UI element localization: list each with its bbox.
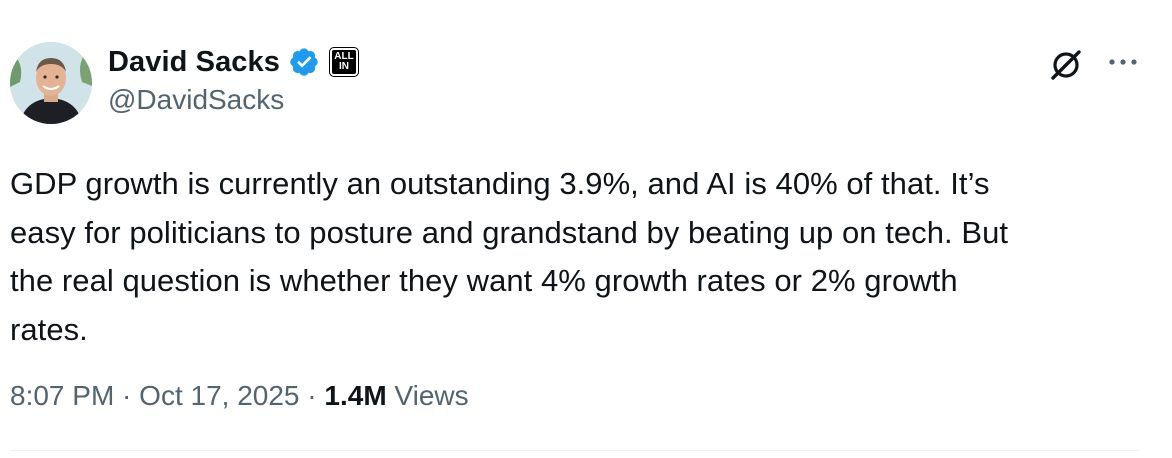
author-display-name[interactable]: David Sacks: [108, 46, 280, 79]
affiliate-badge[interactable]: ALL IN: [329, 47, 359, 77]
author-header: David Sacks ALL IN @DavidSacks: [108, 42, 359, 116]
meta-separator: ·: [114, 380, 140, 411]
grok-icon[interactable]: [1049, 48, 1083, 82]
avatar-image: [10, 42, 92, 124]
tweet-date[interactable]: Oct 17, 2025: [139, 380, 299, 412]
tweet-time[interactable]: 8:07 PM: [10, 380, 114, 412]
more-options-icon[interactable]: [1104, 50, 1144, 74]
tweet-card: David Sacks ALL IN @DavidSacks GDP growt…: [0, 0, 1172, 458]
meta-separator-2: ·: [299, 380, 325, 411]
verified-badge-icon[interactable]: [288, 46, 320, 78]
views-label: Views: [386, 380, 469, 411]
name-row: David Sacks ALL IN: [108, 42, 359, 82]
divider: [10, 450, 1140, 451]
tweet-text: GDP growth is currently an outstanding 3…: [10, 166, 1009, 347]
views-count[interactable]: 1.4M: [324, 380, 386, 412]
avatar[interactable]: [10, 42, 92, 124]
tweet-meta: 8:07 PM · Oct 17, 2025 · 1.4M Views: [10, 380, 469, 412]
author-handle[interactable]: @DavidSacks: [108, 84, 358, 116]
